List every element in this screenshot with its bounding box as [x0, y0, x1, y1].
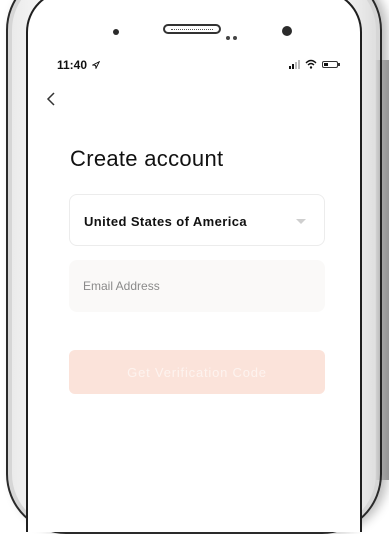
- status-icons: [289, 58, 340, 70]
- status-time-text: 11:40: [57, 58, 88, 72]
- phone-edge-shadow: [375, 60, 389, 480]
- wifi-icon: [305, 59, 317, 69]
- earpiece-speaker-icon: [163, 24, 221, 34]
- chevron-down-icon: [296, 219, 306, 224]
- email-field[interactable]: [69, 260, 325, 312]
- front-camera-icon: [113, 29, 119, 35]
- app-screen: 11:40 Create account United States of Am…: [36, 50, 352, 477]
- proximity-sensor-icon: [282, 26, 292, 36]
- sensor-dots-icon: [226, 27, 246, 40]
- status-bar: 11:40: [36, 50, 352, 78]
- page-title: Create account: [70, 146, 224, 171]
- email-input[interactable]: [69, 260, 325, 312]
- signal-icon: [289, 59, 300, 69]
- status-time: 11:40: [57, 58, 101, 72]
- back-button[interactable]: [46, 88, 70, 112]
- country-value: United States of America: [84, 214, 247, 229]
- get-verification-code-button[interactable]: Get Verification Code: [69, 350, 325, 394]
- chevron-left-icon: [46, 92, 55, 106]
- country-select[interactable]: United States of America: [69, 194, 325, 246]
- battery-icon: [322, 60, 340, 68]
- location-arrow-icon: [91, 60, 101, 70]
